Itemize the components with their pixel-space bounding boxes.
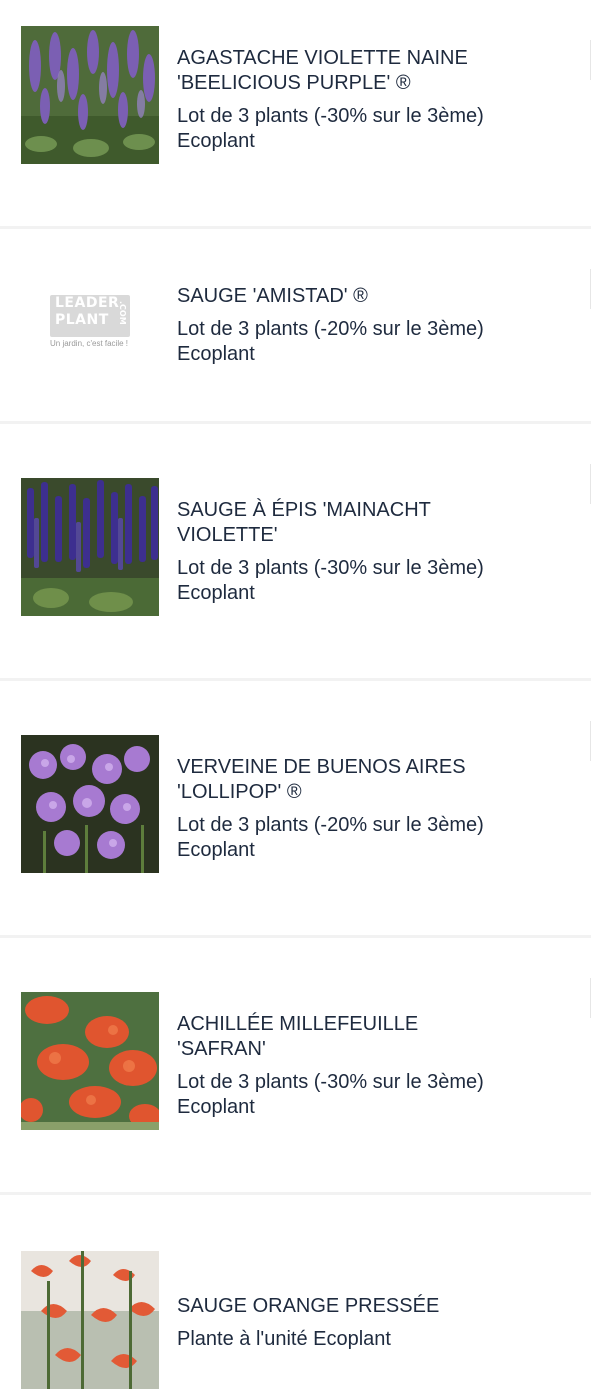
product-list: AGASTACHE VIOLETTE NAINE 'BEELICIOUS PUR… <box>0 0 591 1400</box>
purple-agastache-photo <box>21 26 159 164</box>
product-title: SAUGE 'AMISTAD' ® <box>177 285 368 307</box>
product-offer: Lot de 3 plants (-30% sur le 3ème) <box>177 557 484 579</box>
product-text[interactable]: ACHILLÉE MILLEFEUILLE 'SAFRAN' Lot de 3 … <box>177 1012 561 1120</box>
product-offer: Lot de 3 plants (-30% sur le 3ème) <box>177 1071 484 1093</box>
product-title: 'BEELICIOUS PURPLE' ® <box>177 72 411 94</box>
product-offer: Lot de 3 plants (-30% sur le 3ème) <box>177 105 484 127</box>
product-image[interactable] <box>21 735 159 873</box>
product-offer: Plante à l'unité Ecoplant <box>177 1328 391 1350</box>
product-offer: Lot de 3 plants (-20% sur le 3ème) <box>177 814 484 836</box>
product-seller: Ecoplant <box>177 1096 255 1118</box>
verbena-flowers-photo <box>21 735 159 873</box>
product-text[interactable]: AGASTACHE VIOLETTE NAINE 'BEELICIOUS PUR… <box>177 46 561 154</box>
product-item[interactable]: AGASTACHE VIOLETTE NAINE 'BEELICIOUS PUR… <box>0 0 591 226</box>
product-seller: Ecoplant <box>177 839 255 861</box>
orange-yarrow-photo <box>21 992 159 1130</box>
product-text[interactable]: SAUGE À ÉPIS 'MAINACHT VIOLETTE' Lot de … <box>177 498 561 606</box>
product-title: VIOLETTE' <box>177 524 278 546</box>
product-title: VERVEINE DE BUENOS AIRES <box>177 756 466 778</box>
card-edge <box>584 978 591 1018</box>
violet-salvia-photo <box>21 478 159 616</box>
product-text[interactable]: VERVEINE DE BUENOS AIRES 'LOLLIPOP' ® Lo… <box>177 755 561 863</box>
product-item[interactable]: SAUGE À ÉPIS 'MAINACHT VIOLETTE' Lot de … <box>0 424 591 678</box>
product-image[interactable] <box>21 26 159 164</box>
product-title: AGASTACHE VIOLETTE NAINE <box>177 47 468 69</box>
product-item[interactable]: VERVEINE DE BUENOS AIRES 'LOLLIPOP' ® Lo… <box>0 681 591 935</box>
product-text[interactable]: SAUGE 'AMISTAD' ® Lot de 3 plants (-20% … <box>177 284 561 367</box>
product-title: 'LOLLIPOP' ® <box>177 781 302 803</box>
product-seller: Ecoplant <box>177 130 255 152</box>
card-edge <box>584 269 591 309</box>
product-seller: Ecoplant <box>177 582 255 604</box>
product-image[interactable] <box>21 478 159 616</box>
product-title: SAUGE ORANGE PRESSÉE <box>177 1295 440 1317</box>
product-title: 'SAFRAN' <box>177 1038 266 1060</box>
product-seller: Ecoplant <box>177 343 255 365</box>
product-image[interactable]: LEADER PLANT .COM Un jardin, c'est facil… <box>28 295 138 355</box>
logo-tagline: Un jardin, c'est facile ! <box>50 339 129 348</box>
product-item[interactable]: LEADER PLANT .COM Un jardin, c'est facil… <box>0 229 591 421</box>
product-title: SAUGE À ÉPIS 'MAINACHT <box>177 499 431 521</box>
orange-salvia-photo <box>21 1251 159 1389</box>
card-edge <box>584 721 591 761</box>
card-edge <box>584 464 591 504</box>
product-title: ACHILLÉE MILLEFEUILLE <box>177 1013 419 1035</box>
leaderplant-logo: LEADER PLANT .COM <box>50 295 130 337</box>
product-item[interactable]: ACHILLÉE MILLEFEUILLE 'SAFRAN' Lot de 3 … <box>0 938 591 1192</box>
card-edge <box>584 40 591 80</box>
product-item[interactable]: SAUGE ORANGE PRESSÉE Plante à l'unité Ec… <box>0 1195 591 1400</box>
product-offer: Lot de 3 plants (-20% sur le 3ème) <box>177 318 484 340</box>
product-image[interactable] <box>21 1251 159 1389</box>
product-text[interactable]: SAUGE ORANGE PRESSÉE Plante à l'unité Ec… <box>177 1294 561 1352</box>
logo-suffix: .COM <box>118 301 127 325</box>
product-image[interactable] <box>21 992 159 1130</box>
